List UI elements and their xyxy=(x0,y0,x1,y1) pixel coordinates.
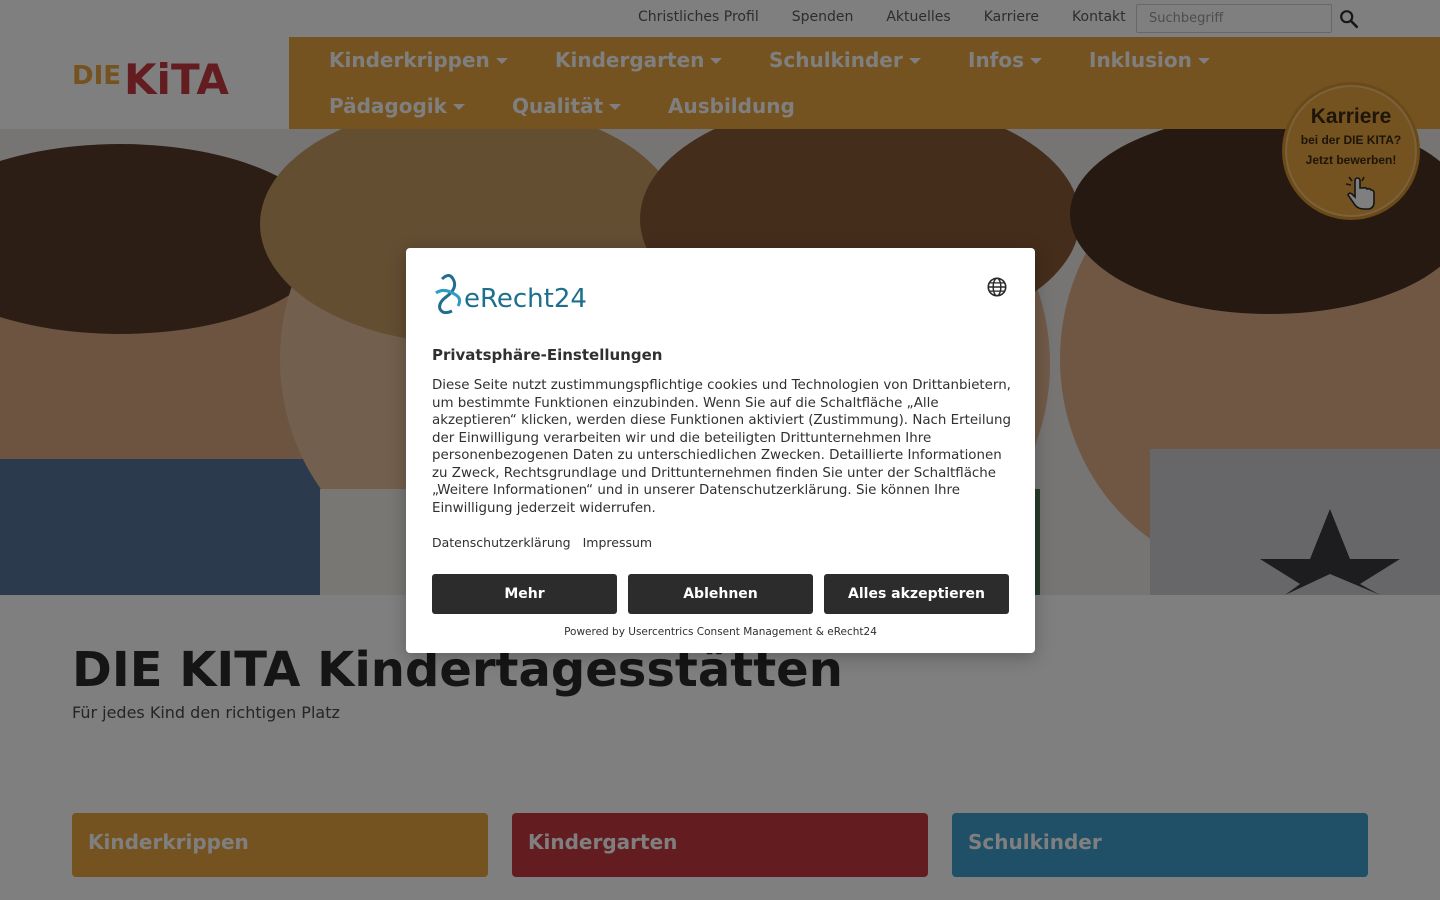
consent-dialog: eRecht24 Privatsphäre-Einstellungen Dies… xyxy=(406,248,1035,653)
more-button[interactable]: Mehr xyxy=(432,574,617,614)
svg-text:eRecht24: eRecht24 xyxy=(464,284,587,314)
privacy-policy-link[interactable]: Datenschutzerklärung xyxy=(432,535,571,550)
erecht24-logo: eRecht24 xyxy=(435,274,587,315)
globe-language-icon[interactable] xyxy=(986,276,1008,298)
powered-by-text: Powered by Usercentrics Consent Manageme… xyxy=(564,626,877,638)
imprint-link[interactable]: Impressum xyxy=(583,535,652,550)
deny-button[interactable]: Ablehnen xyxy=(628,574,813,614)
consent-title: Privatsphäre-Einstellungen xyxy=(432,346,663,364)
consent-links: Datenschutzerklärung Impressum xyxy=(432,535,652,550)
accept-all-button[interactable]: Alles akzeptieren xyxy=(824,574,1009,614)
consent-text: Diese Seite nutzt zustimmungspflichtige … xyxy=(432,378,1012,516)
